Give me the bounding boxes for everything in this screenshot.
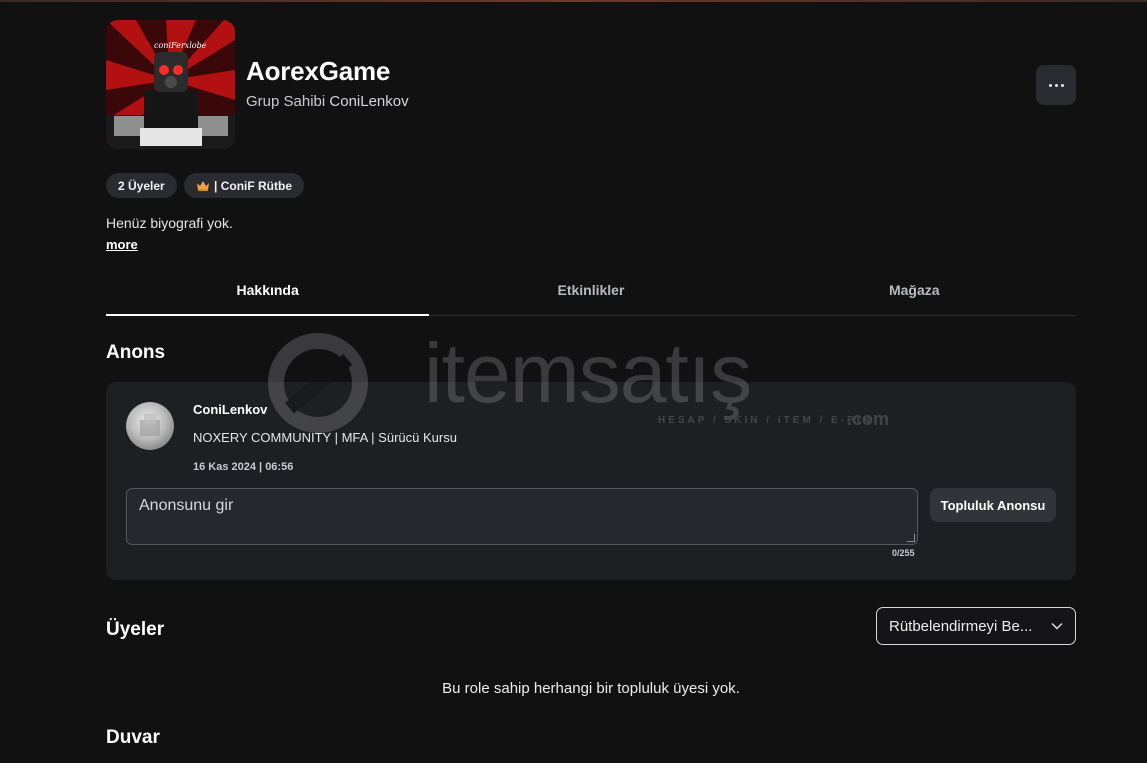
group-tabs: Hakkında Etkinlikler Mağaza bbox=[106, 270, 1076, 316]
group-avatar: coniFerxlobe bbox=[106, 20, 235, 149]
author-avatar[interactable] bbox=[126, 402, 174, 450]
tab-events[interactable]: Etkinlikler bbox=[429, 270, 752, 315]
announcement-text: NOXERY COMMUNITY | MFA | Sürücü Kursu bbox=[193, 430, 457, 445]
post-announcement-button[interactable]: Topluluk Anonsu bbox=[930, 488, 1056, 522]
announcement-author[interactable]: ConiLenkov bbox=[193, 402, 267, 417]
tab-store[interactable]: Mağaza bbox=[753, 270, 1076, 315]
bio-more-link[interactable]: more bbox=[106, 237, 138, 252]
top-accent-line bbox=[0, 0, 1147, 2]
owner-prefix: Grup Sahibi bbox=[246, 93, 326, 110]
more-options-button[interactable] bbox=[1036, 65, 1076, 105]
members-empty-state: Bu role sahip herhangi bir topluluk üyes… bbox=[442, 680, 740, 697]
announcement-date: 16 Kas 2024 | 06:56 bbox=[193, 461, 294, 473]
rank-filter-value: Rütbelendirmeyi Be... bbox=[889, 617, 1033, 635]
rank-chip-label: | ConiF Rütbe bbox=[214, 178, 293, 193]
ellipsis-icon bbox=[1048, 83, 1052, 87]
crown-icon bbox=[197, 181, 209, 191]
group-title: AorexGame bbox=[246, 56, 391, 86]
wall-title: Duvar bbox=[106, 727, 160, 748]
announcement-card: ConiLenkov NOXERY COMMUNITY | MFA | Sürü… bbox=[106, 382, 1076, 580]
char-counter: 0/255 bbox=[892, 548, 915, 558]
members-title: Üyeler bbox=[106, 619, 165, 640]
svg-text:coniFerxlobe: coniFerxlobe bbox=[154, 41, 207, 50]
chevron-down-icon bbox=[1051, 623, 1063, 630]
group-bio: Henüz biyografi yok. bbox=[106, 215, 233, 231]
rank-chip[interactable]: | ConiF Rütbe bbox=[184, 173, 305, 198]
owner-link[interactable]: ConiLenkov bbox=[329, 93, 408, 110]
announcement-title: Anons bbox=[106, 342, 166, 363]
member-count-label: 2 Üyeler bbox=[118, 178, 165, 193]
group-owner: Grup Sahibi ConiLenkov bbox=[246, 93, 409, 110]
rank-filter-select[interactable]: Rütbelendirmeyi Be... bbox=[876, 607, 1076, 645]
resize-grip-icon[interactable] bbox=[907, 534, 915, 542]
member-count-chip[interactable]: 2 Üyeler bbox=[106, 173, 177, 198]
announcement-input[interactable] bbox=[126, 488, 918, 545]
tab-about[interactable]: Hakkında bbox=[106, 270, 430, 316]
